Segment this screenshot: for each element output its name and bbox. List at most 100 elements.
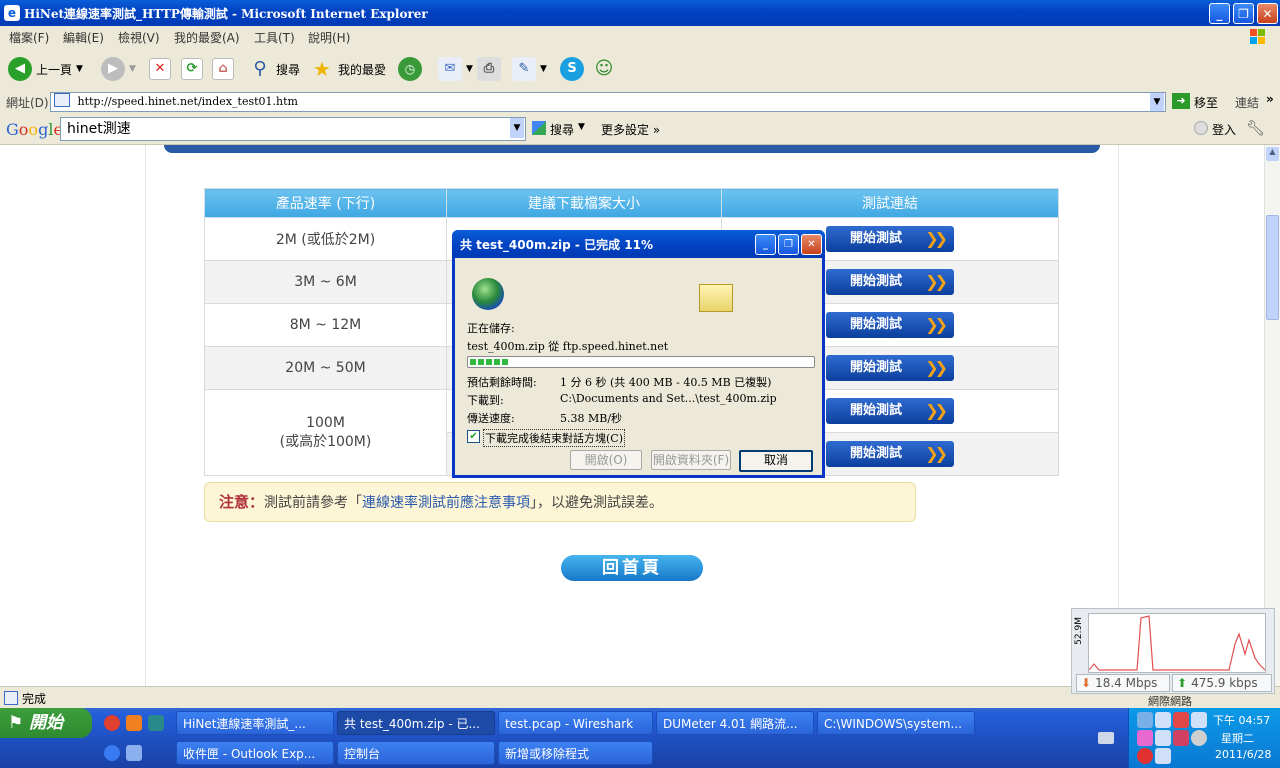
open-folder-button[interactable]: 開啟資料夾(F) [651, 450, 731, 470]
ie-icon: e [4, 5, 20, 21]
scroll-thumb[interactable] [1266, 215, 1279, 320]
dialog-maximize-button[interactable]: ❐ [778, 234, 799, 255]
search-button[interactable]: ⚲ 搜尋 [248, 56, 300, 82]
menu-file[interactable]: 檔案(F) [9, 29, 49, 46]
double-chevron-icon: ❯❯ [925, 401, 948, 420]
security-icon[interactable] [1173, 712, 1189, 728]
menu-tools[interactable]: 工具(T) [254, 29, 295, 46]
scroll-up-icon[interactable]: ▲ [1266, 147, 1279, 161]
star-icon: ★ [313, 57, 331, 81]
menu-help[interactable]: 說明(H) [308, 29, 350, 46]
wireshark-quicklaunch-icon[interactable] [148, 715, 164, 731]
google-search-button[interactable]: 搜尋 [550, 121, 574, 138]
messenger-button[interactable]: ☺ [592, 56, 616, 82]
task-control-panel[interactable]: 控制台 [337, 741, 495, 765]
tray-app-icon[interactable] [1173, 730, 1189, 746]
google-search-input[interactable]: hinet測速 [60, 117, 526, 141]
chevron-down-icon[interactable]: ▼ [578, 122, 585, 132]
task-outlook[interactable]: 收件匣 - Outlook Exp... [176, 741, 334, 765]
mail-button[interactable]: ✉ ▼ [438, 56, 473, 82]
dialog-minimize-button[interactable]: _ [755, 234, 776, 255]
task-add-remove[interactable]: 新增或移除程式 [498, 741, 653, 765]
go-arrow-icon[interactable]: ➜ [1172, 93, 1190, 109]
start-test-button[interactable]: 開始測試 ❯❯ [826, 355, 954, 381]
keyboard-icon[interactable] [1098, 732, 1114, 744]
start-test-button[interactable]: 開始測試 ❯❯ [826, 312, 954, 338]
menu-edit[interactable]: 編輯(E) [63, 29, 104, 46]
google-toolbar: Google hinet測速 ▼ 搜尋 ▼ 更多設定 » 登入 🔧︎ [0, 114, 1280, 145]
close-button[interactable]: ✕ [1257, 3, 1278, 24]
open-button[interactable]: 開啟(O) [570, 450, 642, 470]
rate-line-1: 100M [306, 414, 345, 431]
page-status-icon [4, 691, 18, 705]
chrome-icon[interactable] [104, 715, 120, 731]
dumeter-widget[interactable]: 52.9M ⬇ 18.4 Mbps ⬆ 475.9 kbps [1071, 608, 1275, 694]
network-icon[interactable] [1137, 712, 1153, 728]
task-dumeter[interactable]: DUMeter 4.01 網路流... [656, 711, 814, 735]
download-progress-bar [467, 356, 815, 368]
refresh-button[interactable]: ⟳ [181, 56, 203, 82]
dialog-title: 共 test_400m.zip - 已完成 11% [460, 238, 653, 252]
forward-button[interactable]: ▶ ▼ [101, 56, 136, 82]
tray-app-icon[interactable] [1137, 730, 1153, 746]
windows-logo-icon [1250, 29, 1265, 44]
rate-cell: 100M (或高於100M) [204, 389, 447, 476]
links-button[interactable]: 連結 [1235, 94, 1259, 111]
clock-time[interactable]: 下午 04:57 [1213, 712, 1270, 728]
network-icon[interactable] [1155, 730, 1171, 746]
start-test-button[interactable]: 開始測試 ❯❯ [826, 398, 954, 424]
network-icon[interactable] [1191, 712, 1207, 728]
window-title-bar[interactable]: e HiNet連線速率測試_HTTP傳輸測試 - Microsoft Inter… [0, 0, 1280, 26]
network-icon[interactable] [1155, 748, 1171, 764]
ie-quicklaunch-icon[interactable] [104, 745, 120, 761]
eta-label: 預估剩餘時間: [467, 376, 537, 389]
favorites-button[interactable]: ★ 我的最愛 [310, 56, 386, 82]
search-icon: ⚲ [253, 58, 267, 79]
network-icon[interactable] [1155, 712, 1171, 728]
desktop-icon[interactable] [126, 745, 142, 761]
start-test-button[interactable]: 開始測試 ❯❯ [826, 441, 954, 467]
task-download[interactable]: 共 test_400m.zip - 已... [337, 711, 495, 735]
app-icon[interactable] [126, 715, 142, 731]
menu-view[interactable]: 檢視(V) [118, 29, 160, 46]
start-button[interactable]: ⚑ 開始 [0, 708, 92, 738]
google-dropdown[interactable]: ▼ [510, 118, 524, 138]
dialog-close-button[interactable]: ✕ [801, 234, 822, 255]
task-cmd[interactable]: C:\WINDOWS\system... [817, 711, 975, 735]
back-button[interactable]: ◀ 上一頁 ▼ [8, 56, 83, 82]
cancel-button[interactable]: 取消 [739, 450, 813, 472]
stop-button[interactable]: ✕ [149, 56, 171, 82]
task-hinet[interactable]: HiNet連線速率測試_... [176, 711, 334, 735]
address-input[interactable]: http://speed.hinet.net/index_test01.htm [50, 92, 1166, 112]
home-page-button[interactable]: 回首頁 [561, 555, 703, 581]
google-signin-button[interactable]: 登入 [1212, 121, 1236, 138]
vertical-scrollbar[interactable]: ▲ [1264, 145, 1280, 686]
dialog-title-bar[interactable]: 共 test_400m.zip - 已完成 11% _ ❐ ✕ [452, 230, 825, 258]
rate-cell: 3M ~ 6M [204, 260, 447, 304]
notice-link[interactable]: 連線速率測試前應注意事項 [362, 495, 530, 511]
address-dropdown[interactable]: ▼ [1150, 93, 1164, 111]
minimize-button[interactable]: _ [1209, 3, 1230, 24]
start-test-button[interactable]: 開始測試 ❯❯ [826, 269, 954, 295]
tray-c-icon[interactable] [1137, 748, 1153, 764]
home-toolbar-button[interactable]: ⌂ [212, 56, 234, 82]
close-on-complete-label[interactable]: 下載完成後結束對話方塊(C) [483, 429, 625, 447]
start-test-button[interactable]: 開始測試 ❯❯ [826, 226, 954, 252]
chevron-right-icon[interactable]: » [1266, 92, 1274, 106]
edit-button[interactable]: ✎ ▼ [512, 56, 547, 82]
skype-button[interactable]: S [560, 56, 584, 82]
task-wireshark[interactable]: test.pcap - Wireshark [498, 711, 653, 735]
history-button[interactable]: ◷ [398, 56, 422, 82]
rate-line-2: (或高於100M) [279, 433, 372, 450]
address-url: http://speed.hinet.net/index_test01.htm [77, 95, 298, 108]
close-on-complete-checkbox[interactable]: ✔ [467, 430, 480, 443]
print-button[interactable]: ⎙ [477, 56, 501, 82]
chevron-down-icon: ▼ [466, 64, 473, 74]
maximize-button[interactable]: ❐ [1233, 3, 1254, 24]
volume-icon[interactable] [1191, 730, 1207, 746]
history-icon: ◷ [398, 57, 422, 81]
go-button[interactable]: 移至 [1194, 94, 1218, 111]
menu-favorites[interactable]: 我的最愛(A) [174, 29, 240, 46]
wrench-icon[interactable]: 🔧︎ [1246, 119, 1265, 137]
google-more-button[interactable]: 更多設定 » [601, 121, 660, 138]
